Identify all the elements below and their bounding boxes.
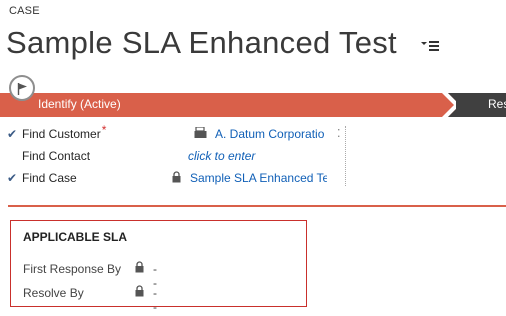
hamburger-icon [429,41,439,53]
flag-icon [17,83,27,95]
field-row-find-customer: ✔ Find Customer* A. Datum Corporatio ⁚ [0,123,360,145]
required-indicator: * [101,123,107,137]
applicable-sla-section: APPLICABLE SLA First Response By -- Reso… [10,220,307,314]
stage-active-label[interactable]: Identify (Active) [38,97,121,111]
title-menu-icon[interactable] [421,39,441,55]
record-title: Sample SLA Enhanced Test [6,25,397,60]
stage-next-label[interactable]: Res [488,97,506,111]
section-divider [8,205,506,207]
checkmark-icon: ✔ [7,171,18,185]
field-label: Find Customer* [22,123,107,141]
process-flag-button[interactable] [9,75,35,101]
field-label: First Response By [23,262,122,276]
customer-lookup-link[interactable]: A. Datum Corporatio [215,127,327,141]
column-divider [345,126,346,186]
field-row-find-case: ✔ Find Case Sample SLA Enhanced Tes [0,169,360,189]
checkmark-icon: ✔ [7,127,18,141]
field-label: Find Contact [22,149,91,163]
contact-input[interactable]: click to enter [188,149,308,163]
field-value: -- [153,286,157,314]
caret-down-icon [421,42,427,45]
field-label: Resolve By [23,286,84,300]
section-title: APPLICABLE SLA [23,230,128,244]
more-dots-icon[interactable]: ⁚ [337,127,341,140]
lock-icon [135,261,144,273]
account-icon [194,127,207,138]
field-row-find-contact: Find Contact click to enter [0,147,360,167]
lock-icon [172,171,181,183]
stage-chevron-icon [442,93,464,117]
entity-label: CASE [9,5,40,17]
lock-icon [135,285,144,297]
case-lookup-link[interactable]: Sample SLA Enhanced Tes [190,171,327,185]
field-label: Find Case [22,171,77,185]
